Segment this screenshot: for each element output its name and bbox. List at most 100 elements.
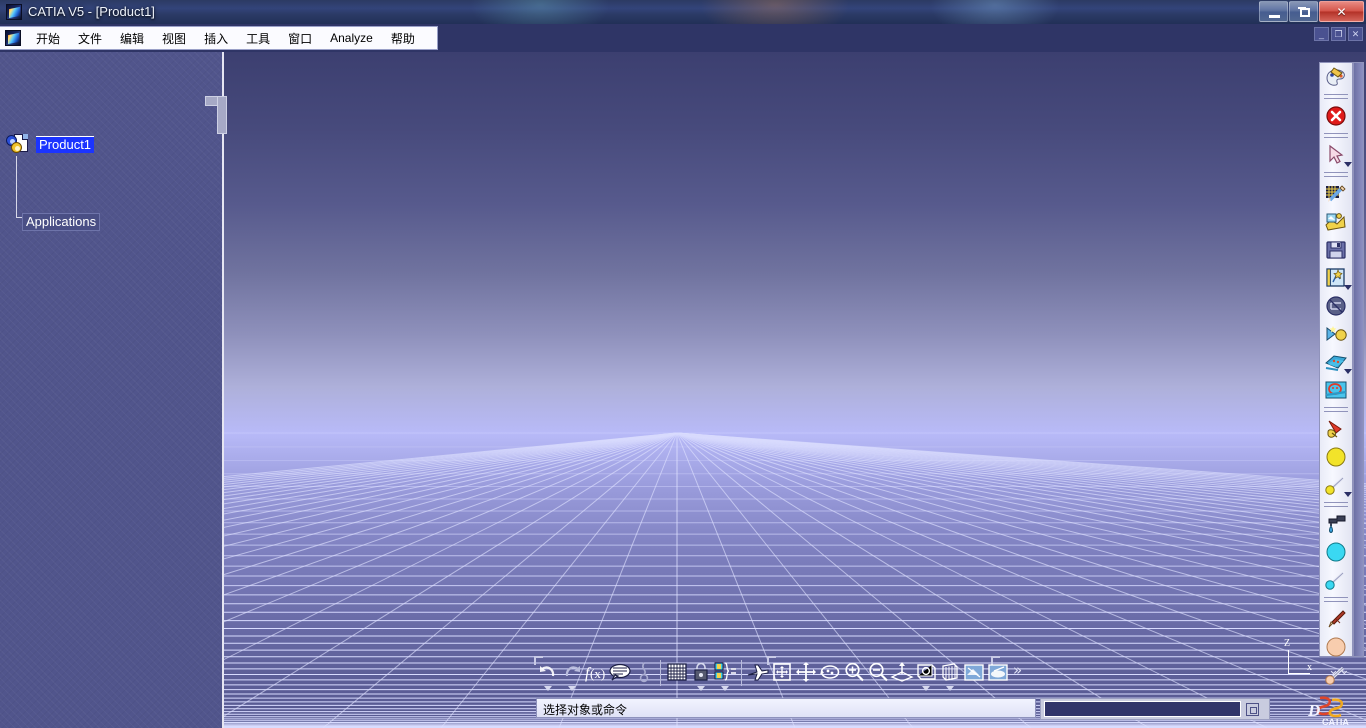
zoom-out-icon[interactable]: [866, 660, 890, 684]
status-bar: 选择对象或命令: [536, 698, 1036, 718]
axis-indicator: Z x: [1282, 638, 1314, 676]
tree-node-label-applications[interactable]: Applications: [22, 213, 101, 231]
mdi-close-icon[interactable]: ✕: [1348, 27, 1363, 41]
apply-material-icon[interactable]: [962, 660, 986, 684]
axis-label-z: Z: [1284, 638, 1291, 649]
titlebar-glow-2: [700, 0, 850, 24]
panel-splitter[interactable]: [222, 52, 224, 728]
toolbar-separator: [1324, 133, 1348, 138]
perspective-grid: [222, 432, 1366, 728]
command-input[interactable]: [1044, 701, 1241, 717]
rotate-icon[interactable]: [818, 660, 842, 684]
point-cyan-icon[interactable]: [1323, 567, 1349, 593]
axis-label-x: x: [1307, 662, 1312, 673]
menu-item-view[interactable]: 视图: [153, 28, 195, 49]
svg-text:(x): (x): [590, 666, 605, 681]
maximize-icon[interactable]: [1289, 1, 1318, 22]
bottom-toolbar[interactable]: f (x) »: [536, 660, 1022, 694]
undo-icon[interactable]: [536, 660, 560, 691]
pan-icon[interactable]: [794, 660, 818, 684]
lock-padlock-icon[interactable]: [689, 660, 713, 691]
sphere-cyan-icon[interactable]: [1323, 539, 1349, 565]
paint-pen-icon[interactable]: [1323, 606, 1349, 632]
redo-icon[interactable]: [560, 660, 584, 691]
svg-text:CATIA: CATIA: [1322, 717, 1349, 726]
splitter-grip-handle[interactable]: [217, 96, 227, 134]
surface-icon[interactable]: [1323, 349, 1352, 375]
mdi-window-controls[interactable]: _ ❐ ✕: [1314, 27, 1363, 41]
save-floppy-icon[interactable]: [1323, 237, 1349, 263]
fly-mode-icon[interactable]: [746, 660, 770, 684]
toolbar-group-view[interactable]: »: [746, 660, 1022, 691]
toolbar-overflow-chevron[interactable]: »: [1013, 660, 1022, 680]
toolbar-separator: [1324, 407, 1348, 412]
dialog-box-icon[interactable]: [1246, 702, 1259, 716]
formula-fx-icon[interactable]: f (x): [584, 660, 608, 684]
named-views-icon[interactable]: [914, 660, 938, 691]
titlebar-glow-3: [930, 0, 1060, 24]
status-message: 选择对象或命令: [543, 703, 628, 717]
workbench-palette-icon[interactable]: [1323, 64, 1349, 90]
tree-node-label-product1[interactable]: Product1: [36, 135, 95, 153]
menu-item-tools[interactable]: 工具: [237, 28, 279, 49]
constraints-icon[interactable]: [1323, 321, 1349, 347]
menu-bar[interactable]: 开始 文件 编辑 视图 插入 工具 窗口 Analyze 帮助: [0, 26, 438, 50]
grid-table-icon[interactable]: [665, 660, 689, 684]
toolbar-separator: [1324, 502, 1348, 507]
catia-logo-icon: [6, 4, 22, 20]
window-titlebar[interactable]: CATIA V5 - [Product1] ✕: [0, 0, 1366, 24]
select-arrow-icon[interactable]: [1323, 142, 1352, 168]
right-toolbar-overflow-chevron[interactable]: ⌄⌄: [1328, 662, 1350, 678]
knot-icon[interactable]: [632, 660, 656, 684]
specification-tree-panel[interactable]: Product1 Applications: [0, 52, 222, 728]
sketch-pencil-icon[interactable]: [1323, 181, 1349, 207]
command-input-bar[interactable]: [1040, 698, 1270, 720]
close-icon[interactable]: ✕: [1319, 1, 1364, 22]
tree-connector-line: [16, 156, 25, 218]
sphere-yellow-icon[interactable]: [1323, 444, 1349, 470]
comment-balloon-icon[interactable]: [608, 660, 632, 684]
right-vertical-toolbar[interactable]: [1319, 62, 1353, 685]
menu-item-edit[interactable]: 编辑: [111, 28, 153, 49]
annotation-icon[interactable]: [1323, 377, 1349, 403]
tree-node-applications[interactable]: Applications: [22, 213, 101, 231]
cancel-red-x-icon[interactable]: [1323, 103, 1349, 129]
mdi-restore-icon[interactable]: ❐: [1331, 27, 1346, 41]
catalog-browser-icon[interactable]: [1323, 265, 1352, 291]
tree-node-product1[interactable]: Product1: [6, 132, 95, 156]
right-toolbar-scrollbar[interactable]: [1353, 62, 1364, 657]
sphere-peach-icon[interactable]: [1323, 634, 1349, 660]
window-controls[interactable]: ✕: [1258, 1, 1364, 22]
titlebar-glow-1: [470, 0, 610, 24]
menu-item-analyze[interactable]: Analyze: [321, 29, 382, 47]
product-structure-icon[interactable]: [1323, 209, 1349, 235]
menu-item-file[interactable]: 文件: [69, 28, 111, 49]
minimize-icon[interactable]: [1259, 1, 1288, 22]
normal-view-icon[interactable]: [890, 660, 914, 684]
product-gears-icon: [6, 132, 36, 156]
toolbar-separator: [1324, 94, 1348, 99]
fit-all-in-icon[interactable]: [770, 660, 794, 684]
render-style-icon[interactable]: [938, 660, 962, 691]
material-dropper-icon[interactable]: [1323, 511, 1349, 537]
zoom-in-icon[interactable]: [842, 660, 866, 684]
mdi-minimize-icon[interactable]: _: [1314, 27, 1329, 41]
menu-item-start[interactable]: 开始: [27, 28, 69, 49]
parameters-icon[interactable]: [713, 660, 737, 691]
3d-viewport[interactable]: Z x: [222, 52, 1366, 728]
point-yellow-icon[interactable]: [1323, 472, 1352, 498]
menu-item-help[interactable]: 帮助: [382, 28, 424, 49]
hide-show-icon[interactable]: [986, 660, 1010, 684]
toolbar-separator-2: [741, 660, 742, 686]
toolbar-separator: [1324, 597, 1348, 602]
light-source-icon[interactable]: [1323, 416, 1349, 442]
menu-item-insert[interactable]: 插入: [195, 28, 237, 49]
menu-item-window[interactable]: 窗口: [279, 28, 321, 49]
svg-text:D: D: [1307, 701, 1320, 720]
toolbar-group-standard[interactable]: f (x): [536, 660, 656, 691]
toolbar-group-tools[interactable]: [665, 660, 737, 691]
window-title: CATIA V5 - [Product1]: [28, 4, 155, 19]
measure-icon[interactable]: [1323, 293, 1349, 319]
toolbar-separator: [1324, 172, 1348, 177]
toolbar-separator-1: [660, 660, 661, 686]
